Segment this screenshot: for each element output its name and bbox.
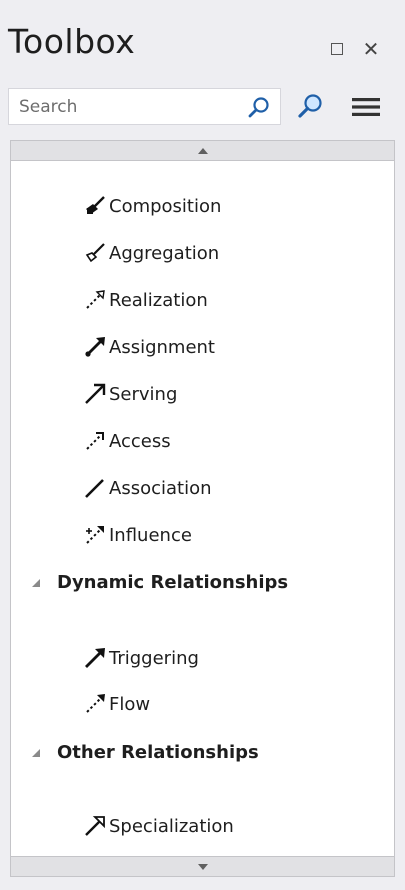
group-dynamic-relationships[interactable]: Dynamic Relationships bbox=[11, 567, 394, 601]
hamburger-menu-icon bbox=[352, 98, 380, 116]
triggering-icon bbox=[85, 648, 105, 668]
toolbox-item-label: Assignment bbox=[109, 336, 215, 358]
collapse-triangle-icon bbox=[32, 749, 40, 757]
search-placeholder: Search bbox=[19, 97, 78, 117]
search-input[interactable]: Search bbox=[8, 88, 281, 125]
toolbox-item-specialization[interactable]: Specialization bbox=[11, 807, 394, 845]
collapse-triangle-icon bbox=[32, 579, 40, 587]
toolbox-item-label: Triggering bbox=[109, 647, 199, 669]
toolbox-item-label: Aggregation bbox=[109, 242, 220, 264]
toolbox-item-label: Composition bbox=[109, 195, 222, 217]
toolbox-item-triggering[interactable]: Triggering bbox=[11, 639, 394, 677]
restore-icon bbox=[331, 43, 343, 55]
toolbox-item-influence[interactable]: Influence bbox=[11, 516, 394, 554]
toolbox-item-label: Flow bbox=[109, 693, 151, 715]
group-label: Dynamic Relationships bbox=[57, 572, 289, 593]
toolbox-item-label: Serving bbox=[109, 383, 178, 405]
toolbox-item-serving[interactable]: Serving bbox=[11, 375, 394, 413]
toolbox-item-label: Specialization bbox=[109, 815, 234, 837]
caret-up-icon bbox=[197, 147, 208, 154]
association-icon bbox=[85, 479, 104, 498]
group-other-relationships[interactable]: Other Relationships bbox=[11, 737, 394, 771]
toolbox-item-label: Association bbox=[109, 477, 212, 499]
toolbox-item-realization[interactable]: Realization bbox=[11, 281, 394, 319]
toolbox-item-access[interactable]: Access bbox=[11, 422, 394, 460]
search-icon[interactable] bbox=[246, 95, 272, 119]
toolbox-item-flow[interactable]: Flow bbox=[11, 685, 394, 723]
find-button[interactable] bbox=[292, 92, 328, 122]
specialization-icon bbox=[85, 816, 105, 836]
toolbox-item-label: Realization bbox=[109, 289, 208, 311]
composition-icon bbox=[86, 196, 105, 214]
toolbox-item-assignment[interactable]: Assignment bbox=[11, 328, 394, 366]
caret-down-icon bbox=[197, 863, 208, 870]
influence-icon bbox=[86, 526, 104, 544]
toolbox-item-association[interactable]: Association bbox=[11, 469, 394, 507]
scroll-up-button[interactable] bbox=[10, 140, 395, 161]
toolbox-item-label: Access bbox=[109, 430, 171, 452]
toolbox-item-label: Influence bbox=[109, 524, 192, 546]
close-icon: ✕ bbox=[362, 37, 380, 61]
restore-button[interactable] bbox=[326, 38, 348, 60]
access-icon bbox=[86, 432, 104, 450]
serving-icon bbox=[85, 383, 106, 404]
find-icon bbox=[298, 94, 322, 118]
flow-icon bbox=[86, 694, 105, 713]
toolbox-list: Composition Aggregation Realization Assi… bbox=[10, 161, 395, 856]
scroll-down-button[interactable] bbox=[10, 856, 395, 877]
toolbox-item-composition[interactable]: Composition bbox=[11, 187, 394, 225]
toolbox-item-aggregation[interactable]: Aggregation bbox=[11, 234, 394, 272]
aggregation-icon bbox=[85, 243, 105, 263]
group-label: Other Relationships bbox=[57, 742, 259, 763]
panel-title: Toolbox bbox=[8, 22, 136, 61]
close-button[interactable]: ✕ bbox=[360, 37, 382, 61]
realization-icon bbox=[86, 290, 105, 309]
assignment-icon bbox=[85, 337, 105, 357]
menu-button[interactable] bbox=[346, 92, 386, 122]
